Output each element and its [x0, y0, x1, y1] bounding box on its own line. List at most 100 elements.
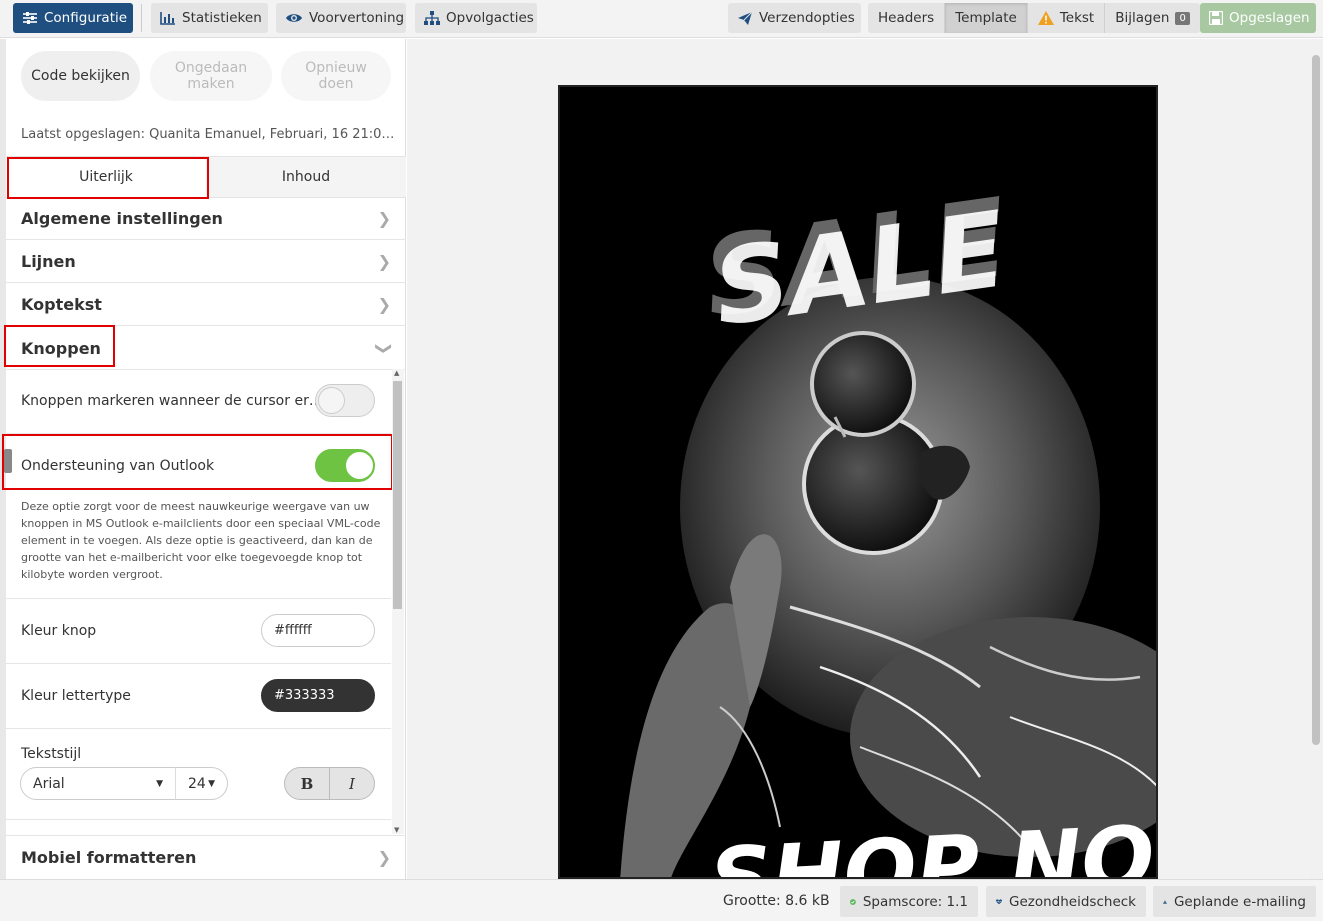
tekststijl-label: Tekststijl [21, 746, 82, 762]
headers-label: Headers [878, 10, 935, 26]
knoppen-hover-toggle[interactable] [315, 384, 375, 417]
warning-icon [1163, 899, 1167, 904]
code-bekijken-label: Code bekijken [31, 68, 130, 84]
toolbar-separator [141, 4, 142, 32]
opgeslagen-label: Opgeslagen [1229, 10, 1310, 26]
spamscore-label: Spamscore: 1.1 [862, 893, 968, 910]
gezondheidscheck-button[interactable]: Gezondheidscheck [986, 886, 1146, 917]
divider [6, 598, 391, 599]
kleur-lettertype-label: Kleur lettertype [21, 688, 131, 704]
last-saved-text: Laatst opgeslagen: Quanita Emanuel, Febr… [21, 127, 395, 142]
bijlagen-count-badge: 0 [1175, 11, 1190, 25]
code-bekijken-button[interactable]: Code bekijken [21, 51, 140, 101]
section-lijnen[interactable]: Lijnen ❯ [6, 241, 406, 283]
paper-plane-icon [738, 11, 753, 25]
kleur-knop-value: #ffffff [274, 623, 312, 638]
kleur-knop-input[interactable]: #ffffff [261, 614, 375, 647]
canvas-scroll-thumb[interactable] [1312, 55, 1320, 745]
warning-icon [1037, 11, 1054, 25]
drag-handle[interactable] [4, 449, 12, 473]
canvas-scrollbar[interactable] [1310, 39, 1323, 879]
eye-icon [286, 14, 302, 22]
tekst-label: Tekst [1059, 10, 1095, 26]
tab-inhoud[interactable]: Inhoud [206, 157, 406, 197]
chevron-down-icon: ❯ [374, 341, 394, 355]
divider [6, 819, 391, 820]
kleur-lettertype-input[interactable]: #333333 [261, 679, 375, 712]
bold-button[interactable]: B [285, 768, 330, 799]
panel-scrollbar[interactable]: ▲ ▼ [392, 369, 404, 834]
panel-scroll-thumb[interactable] [393, 381, 402, 609]
font-size-value: 24 [188, 775, 206, 792]
outlook-toggle[interactable] [315, 449, 375, 482]
highlight-knoppen [4, 325, 115, 367]
section-koptekst-label: Koptekst [21, 295, 102, 314]
spamscore-button[interactable]: Spamscore: 1.1 [840, 886, 978, 917]
redo-button[interactable]: Opnieuw doen [281, 51, 391, 101]
section-algemene-instellingen[interactable]: Algemene instellingen ❯ [6, 198, 406, 240]
template-tab[interactable]: Template [945, 3, 1028, 33]
verzendopties-label: Verzendopties [759, 10, 855, 26]
email-poster-image[interactable]: SALE SALE SHOP NOW [558, 85, 1158, 879]
bijlagen-label: Bijlagen [1115, 10, 1170, 26]
font-family-select[interactable]: Arial ▼ [20, 767, 176, 800]
redo-label: Opnieuw doen [305, 60, 367, 92]
chevron-right-icon: ❯ [377, 295, 391, 314]
outlook-label: Ondersteuning van Outlook [21, 458, 215, 474]
chevron-right-icon: ❯ [377, 209, 391, 228]
headers-tab[interactable]: Headers [868, 3, 946, 33]
bijlagen-tab[interactable]: Bijlagen 0 [1105, 3, 1200, 33]
font-family-value: Arial [33, 775, 65, 792]
undo-button[interactable]: Ongedaan maken [150, 51, 272, 101]
caret-down-icon: ▼ [208, 778, 215, 789]
toggle-knob [318, 387, 345, 414]
tekst-tab[interactable]: Tekst [1028, 3, 1106, 33]
divider [6, 728, 391, 729]
section-koptekst[interactable]: Koptekst ❯ [6, 284, 406, 326]
configuratie-button[interactable]: Configuratie [13, 3, 133, 33]
italic-button[interactable]: I [330, 768, 374, 799]
divider [6, 663, 391, 664]
status-bar: Grootte: 8.6 kB Spamscore: 1.1 Gezondhei… [0, 879, 1323, 921]
sliders-icon [23, 12, 37, 24]
opvolgacties-label: Opvolgacties [446, 10, 534, 26]
gezondheidscheck-label: Gezondheidscheck [1009, 893, 1136, 910]
outlook-description: Deze optie zorgt voor de meest nauwkeuri… [21, 500, 381, 581]
statistieken-label: Statistieken [182, 10, 262, 26]
chevron-right-icon: ❯ [377, 252, 391, 271]
section-algemene-label: Algemene instellingen [21, 209, 223, 228]
verzendopties-button[interactable]: Verzendopties [728, 3, 861, 33]
opgeslagen-button[interactable]: Opgeslagen [1200, 3, 1316, 33]
editor-mode-group: Headers Template Tekst Bijlagen 0 [868, 3, 1200, 33]
scroll-up-icon: ▲ [394, 369, 400, 377]
voorvertoning-label: Voorvertoning [309, 10, 405, 26]
poster-artwork: SALE SALE SHOP NOW [560, 87, 1156, 877]
top-toolbar: Configuratie Statistieken Voorvertoning … [0, 0, 1323, 38]
template-label: Template [955, 10, 1017, 26]
highlight-uiterlijk [7, 157, 209, 199]
heartbeat-icon [996, 898, 1003, 904]
opvolgacties-button[interactable]: Opvolgacties [415, 3, 537, 33]
geplande-emailing-button[interactable]: Geplande e-mailing [1153, 886, 1316, 917]
save-icon [1209, 11, 1223, 25]
check-circle-icon [850, 898, 856, 905]
knoppen-hover-label: Knoppen markeren wanneer de cursor er… [21, 393, 323, 409]
chevron-right-icon: ❯ [377, 848, 391, 867]
text-style-group: B I [284, 767, 375, 800]
sitemap-icon [424, 11, 440, 25]
statistieken-button[interactable]: Statistieken [151, 3, 268, 33]
voorvertoning-button[interactable]: Voorvertoning [276, 3, 406, 33]
bar-chart-icon [160, 12, 175, 25]
geplande-emailing-label: Geplande e-mailing [1173, 893, 1306, 910]
section-mobiel-label: Mobiel formatteren [21, 848, 197, 867]
font-size-select[interactable]: 24 ▼ [175, 767, 228, 800]
section-mobiel-formatteren[interactable]: Mobiel formatteren ❯ [6, 835, 406, 879]
size-readout: Grootte: 8.6 kB [723, 893, 830, 909]
kleur-lettertype-value: #333333 [274, 688, 335, 703]
configuratie-label: Configuratie [44, 10, 128, 26]
scroll-down-icon: ▼ [394, 826, 400, 834]
kleur-knop-label: Kleur knop [21, 623, 97, 639]
caret-down-icon: ▼ [156, 778, 163, 789]
toggle-knob [346, 452, 373, 479]
tab-inhoud-label: Inhoud [281, 169, 331, 185]
